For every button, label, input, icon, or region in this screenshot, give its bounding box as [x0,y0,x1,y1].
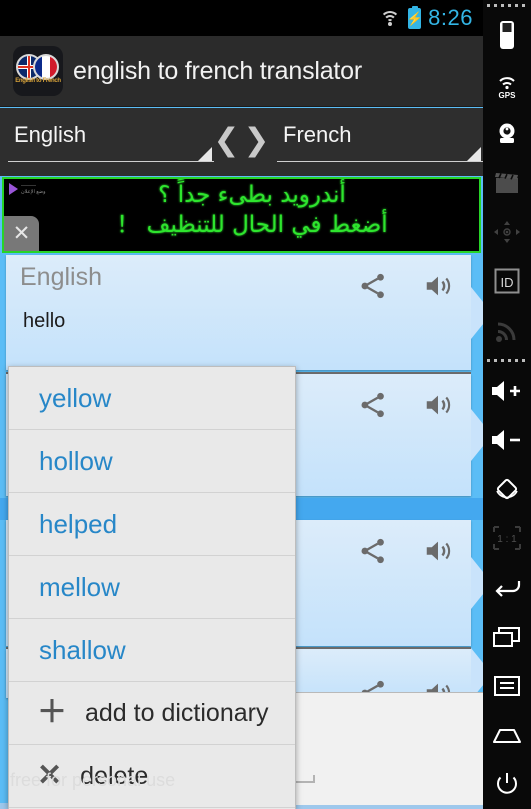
suggestion-dropdown[interactable]: yellow hollow helped mellow shallow ＋ ad… [8,366,296,809]
svg-text:ID: ID [501,275,514,290]
swap-right-icon[interactable]: ❯ [244,124,270,155]
source-language-spinner[interactable]: English [0,120,214,164]
card-actions [358,536,453,566]
rss-icon[interactable] [483,306,531,355]
power-icon[interactable] [483,760,531,809]
suggestion-item[interactable]: yellow [9,367,295,430]
rotate-icon[interactable] [483,464,531,513]
ad-text-line-2: أضغط في الحال للتنظيف ！ [116,212,388,239]
french-flag-pin-icon [33,54,59,80]
spinner-underline [277,161,483,162]
plus-icon: ＋ [37,696,67,729]
share-icon[interactable] [358,271,388,301]
device-icon[interactable] [483,11,531,60]
app-icon[interactable]: English to French [13,46,63,96]
wifi-icon [379,10,401,26]
home-icon[interactable] [483,711,531,760]
clapperboard-icon[interactable] [483,158,531,207]
back-icon[interactable] [483,563,531,612]
translation-card[interactable]: English hello [6,255,471,370]
status-bar-clock: 8:26 [428,5,473,30]
page-title: english to french translator [73,56,363,85]
svg-text:1 : 1: 1 : 1 [497,534,517,545]
suggestion-item[interactable]: hollow [9,430,295,493]
menu-icon[interactable] [483,661,531,710]
volume-up-icon[interactable] [483,366,531,415]
sidebar-divider-top [487,4,527,7]
suggestion-item[interactable]: mellow [9,556,295,619]
app-icon-caption: English to French [15,78,61,84]
suggestion-item[interactable]: helped [9,493,295,556]
app-action-bar: English to French english to french tran… [0,36,483,107]
suggestion-item[interactable]: shallow [9,619,295,682]
watermark-text: free for personal use [10,770,176,790]
language-selector-bar: English ❮ ❯ French [0,108,483,176]
svg-text:GPS: GPS [499,91,517,99]
card-actions [358,271,453,301]
card-actions [358,390,453,420]
status-bar: ⚡ 8:26 [0,0,483,36]
volume-down-icon[interactable] [483,415,531,464]
chevron-down-icon [198,147,212,161]
speaker-icon[interactable] [423,536,453,566]
swap-languages-control[interactable]: ❮ ❯ [214,124,270,161]
add-to-dictionary-item[interactable]: ＋ add to dictionary [9,682,295,745]
chevron-down-icon [467,147,481,161]
spinner-underline [8,161,214,162]
emulator-control-sidebar: GPS ID 1: 1 [483,0,531,809]
device-screen: ⚡ 8:26 English to French english to fren… [0,0,483,809]
scale-one-to-one-icon[interactable]: 1 : 1 [483,514,531,563]
share-icon[interactable] [358,536,388,566]
phone-emulator-window: ⚡ 8:26 English to French english to fren… [0,0,531,809]
swap-left-icon[interactable]: ❮ [214,124,240,155]
target-language-spinner[interactable]: French [269,120,483,164]
battery-bolt-glyph: ⚡ [406,10,423,26]
google-play-icon [9,183,18,196]
add-to-dictionary-label: add to dictionary [85,698,269,727]
card-text: hello [23,310,66,332]
speaker-icon[interactable] [423,390,453,420]
target-language-label: French [283,122,352,147]
battery-charging-icon: ⚡ [406,7,423,29]
card-language-label: English [20,263,102,291]
id-icon[interactable]: ID [483,257,531,306]
camera-icon[interactable] [483,109,531,158]
close-icon[interactable]: ✕ [4,216,39,251]
sidebar-divider-middle [487,359,527,362]
speaker-icon[interactable] [423,271,453,301]
ad-text: أندرويد بطىء جداً ؟ أضغط في الحال للتنظي… [37,180,467,241]
dpad-icon[interactable] [483,208,531,257]
recents-icon[interactable] [483,612,531,661]
share-icon[interactable] [358,390,388,420]
source-language-label: English [14,122,87,147]
gps-icon[interactable]: GPS [483,60,531,109]
ad-text-line-1: أندرويد بطىء جداً ؟ [158,182,346,208]
ad-banner[interactable]: ——— وضع الإعلان أندرويد بطىء جداً ؟ أضغط… [2,177,481,253]
